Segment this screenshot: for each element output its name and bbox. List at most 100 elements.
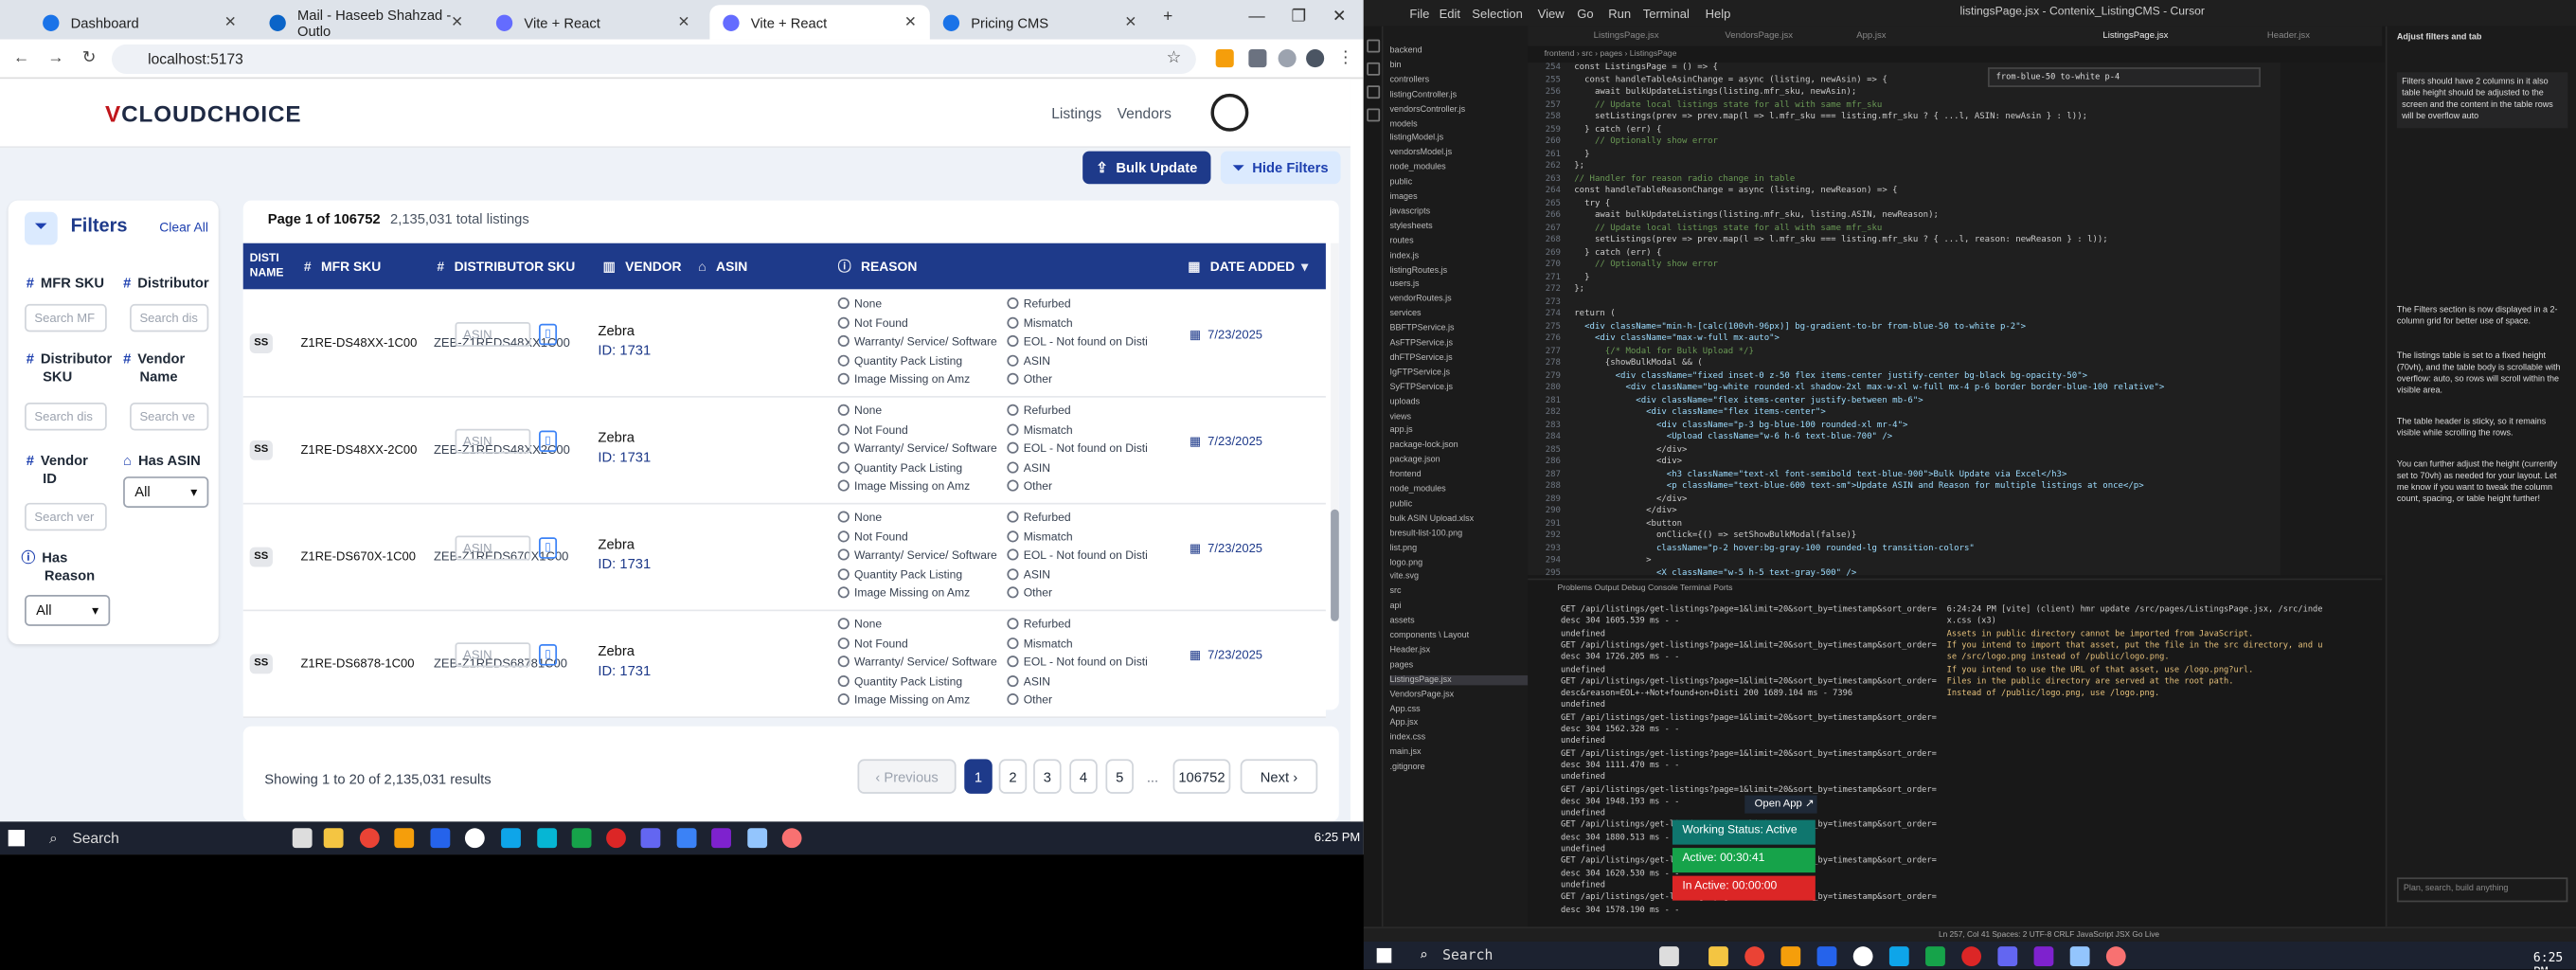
app-icon[interactable] [501, 828, 521, 849]
explorer-item[interactable]: App.jsx [1390, 719, 1529, 728]
next-page-button[interactable]: Next › [1240, 759, 1318, 794]
logo[interactable]: VCLOUDCHOICE [105, 100, 301, 127]
file-explorer-icon[interactable] [1708, 946, 1728, 967]
windows-start-icon[interactable] [1376, 947, 1392, 963]
reason-radio[interactable]: ASIN [1007, 674, 1148, 692]
table-scrollbar[interactable] [1331, 242, 1339, 621]
menu-selection[interactable]: Selection [1472, 7, 1523, 22]
save-icon[interactable]: ▯ [538, 323, 558, 346]
explorer-item[interactable]: frontend [1390, 470, 1529, 479]
close-icon[interactable]: ✕ [904, 13, 917, 31]
forward-icon[interactable]: → [47, 49, 63, 67]
distributor-sku-input[interactable]: Search dis [25, 403, 107, 431]
explorer-item[interactable]: dhFTPService.js [1390, 353, 1529, 363]
teams-icon[interactable] [1997, 946, 2018, 967]
explorer-item[interactable]: listingModel.js [1390, 134, 1529, 143]
reason-radio[interactable]: Image Missing on Amz [838, 478, 997, 497]
reason-radio[interactable]: Image Missing on Amz [838, 692, 997, 711]
reason-radio[interactable]: Refurbed [1007, 617, 1148, 636]
close-icon[interactable]: ✕ [1124, 13, 1136, 31]
reason-radio[interactable]: ASIN [1007, 459, 1148, 478]
menu-run[interactable]: Run [1608, 7, 1631, 22]
explorer-item[interactable]: Header.jsx [1390, 646, 1529, 656]
reason-radio[interactable]: Quantity Pack Listing [838, 674, 997, 692]
reason-radio[interactable]: Mismatch [1007, 529, 1148, 548]
profile-icon[interactable] [1306, 49, 1325, 68]
explorer-item[interactable]: stylesheets [1390, 222, 1529, 231]
editor-tab[interactable]: App.jsx [1856, 31, 1886, 41]
explorer-item[interactable]: listingRoutes.js [1390, 265, 1529, 275]
chat-input[interactable]: Plan, search, build anything [2396, 877, 2568, 903]
app-icon[interactable] [676, 828, 697, 849]
extensions-puzzle-icon[interactable] [1248, 49, 1267, 68]
reason-radio[interactable]: EOL - Not found on Disti [1007, 548, 1148, 566]
close-window-icon[interactable]: ✕ [1333, 9, 1347, 27]
tab-vite-1[interactable]: Vite + React ✕ [483, 5, 703, 39]
asin-input[interactable]: ASIN [455, 642, 531, 668]
explorer-item[interactable]: javascripts [1390, 207, 1529, 216]
explorer-item[interactable]: index.css [1390, 733, 1529, 743]
app-icon[interactable] [1816, 946, 1837, 967]
reason-radio[interactable]: ASIN [1007, 566, 1148, 585]
reason-radio[interactable]: Image Missing on Amz [838, 585, 997, 604]
has-reason-select[interactable]: All [25, 594, 111, 626]
minimize-icon[interactable]: — [1248, 9, 1264, 27]
excel-icon[interactable] [1925, 946, 1945, 967]
reason-radio[interactable]: Not Found [838, 422, 997, 440]
menu-kebab-icon[interactable]: ⋮ [1337, 49, 1353, 67]
explorer-item[interactable]: main.jsx [1390, 748, 1529, 758]
clear-all-button[interactable]: Clear All [159, 220, 208, 235]
save-icon[interactable]: ▯ [538, 537, 558, 559]
explorer-item[interactable]: IgFTPService.js [1390, 368, 1529, 377]
explorer-item[interactable]: BBFTPService.js [1390, 324, 1529, 333]
explorer-item[interactable]: images [1390, 192, 1529, 202]
app-icon[interactable] [464, 828, 485, 849]
extension-icon[interactable] [1215, 49, 1234, 68]
explorer-item[interactable]: public [1390, 499, 1529, 509]
open-app-button[interactable]: Open App ↗ [1744, 795, 1817, 814]
explorer-item[interactable]: package.json [1390, 456, 1529, 465]
reason-radio[interactable]: Other [1007, 585, 1148, 604]
reason-radio[interactable]: Not Found [838, 636, 997, 655]
explorer-item[interactable]: vite.svg [1390, 572, 1529, 582]
explorer-item[interactable]: assets [1390, 617, 1529, 626]
explorer-item[interactable]: backend [1390, 46, 1529, 56]
chrome-icon[interactable] [1744, 946, 1765, 967]
explorer-item[interactable]: SyFTPService.js [1390, 383, 1529, 392]
page-5-button[interactable]: 5 [1105, 759, 1134, 794]
app-icon[interactable] [394, 828, 415, 849]
explorer-item[interactable]: .gitignore [1390, 763, 1529, 772]
panel-tabs[interactable]: Problems Output Debug Console Terminal P… [1557, 584, 1732, 593]
editor-tab[interactable]: Header.jsx [2267, 31, 2310, 41]
reason-radio[interactable]: Image Missing on Amz [838, 372, 997, 391]
col-asin[interactable]: ⌂ ASIN [698, 243, 747, 290]
maximize-icon[interactable]: ❐ [1291, 9, 1306, 27]
reason-radio[interactable]: Not Found [838, 314, 997, 333]
close-icon[interactable]: ✕ [677, 13, 689, 31]
reason-radio[interactable]: Quantity Pack Listing [838, 566, 997, 585]
nav-listings[interactable]: Listings [1051, 105, 1101, 121]
page-3-button[interactable]: 3 [1033, 759, 1062, 794]
asin-input[interactable]: ASIN [455, 322, 531, 348]
explorer-icon[interactable] [1367, 39, 1381, 53]
windows-start-icon[interactable] [8, 830, 26, 847]
reason-radio[interactable]: Mismatch [1007, 422, 1148, 440]
explorer-item[interactable]: app.js [1390, 426, 1529, 436]
page-2-button[interactable]: 2 [998, 759, 1028, 794]
explorer-item[interactable]: vendorsController.js [1390, 104, 1529, 114]
page-1-button[interactable]: 1 [964, 759, 993, 794]
app-icon[interactable] [2069, 946, 2090, 967]
reason-radio[interactable]: ASIN [1007, 353, 1148, 372]
save-icon[interactable]: ▯ [538, 430, 558, 453]
reason-radio[interactable]: Other [1007, 478, 1148, 497]
reason-radio[interactable]: Refurbed [1007, 403, 1148, 422]
tab-pricing[interactable]: Pricing CMS ✕ [930, 5, 1150, 39]
reason-radio[interactable]: Warranty/ Service/ Software [838, 548, 997, 566]
explorer-item[interactable]: listingController.js [1390, 90, 1529, 99]
has-asin-select[interactable]: All [123, 476, 209, 509]
explorer-item[interactable]: AsFTPService.js [1390, 338, 1529, 348]
search-icon[interactable] [1367, 62, 1381, 76]
bulk-update-button[interactable]: ⇪ Bulk Update [1082, 151, 1211, 185]
chrome-icon[interactable] [359, 828, 380, 849]
menu-terminal[interactable]: Terminal [1643, 7, 1690, 22]
